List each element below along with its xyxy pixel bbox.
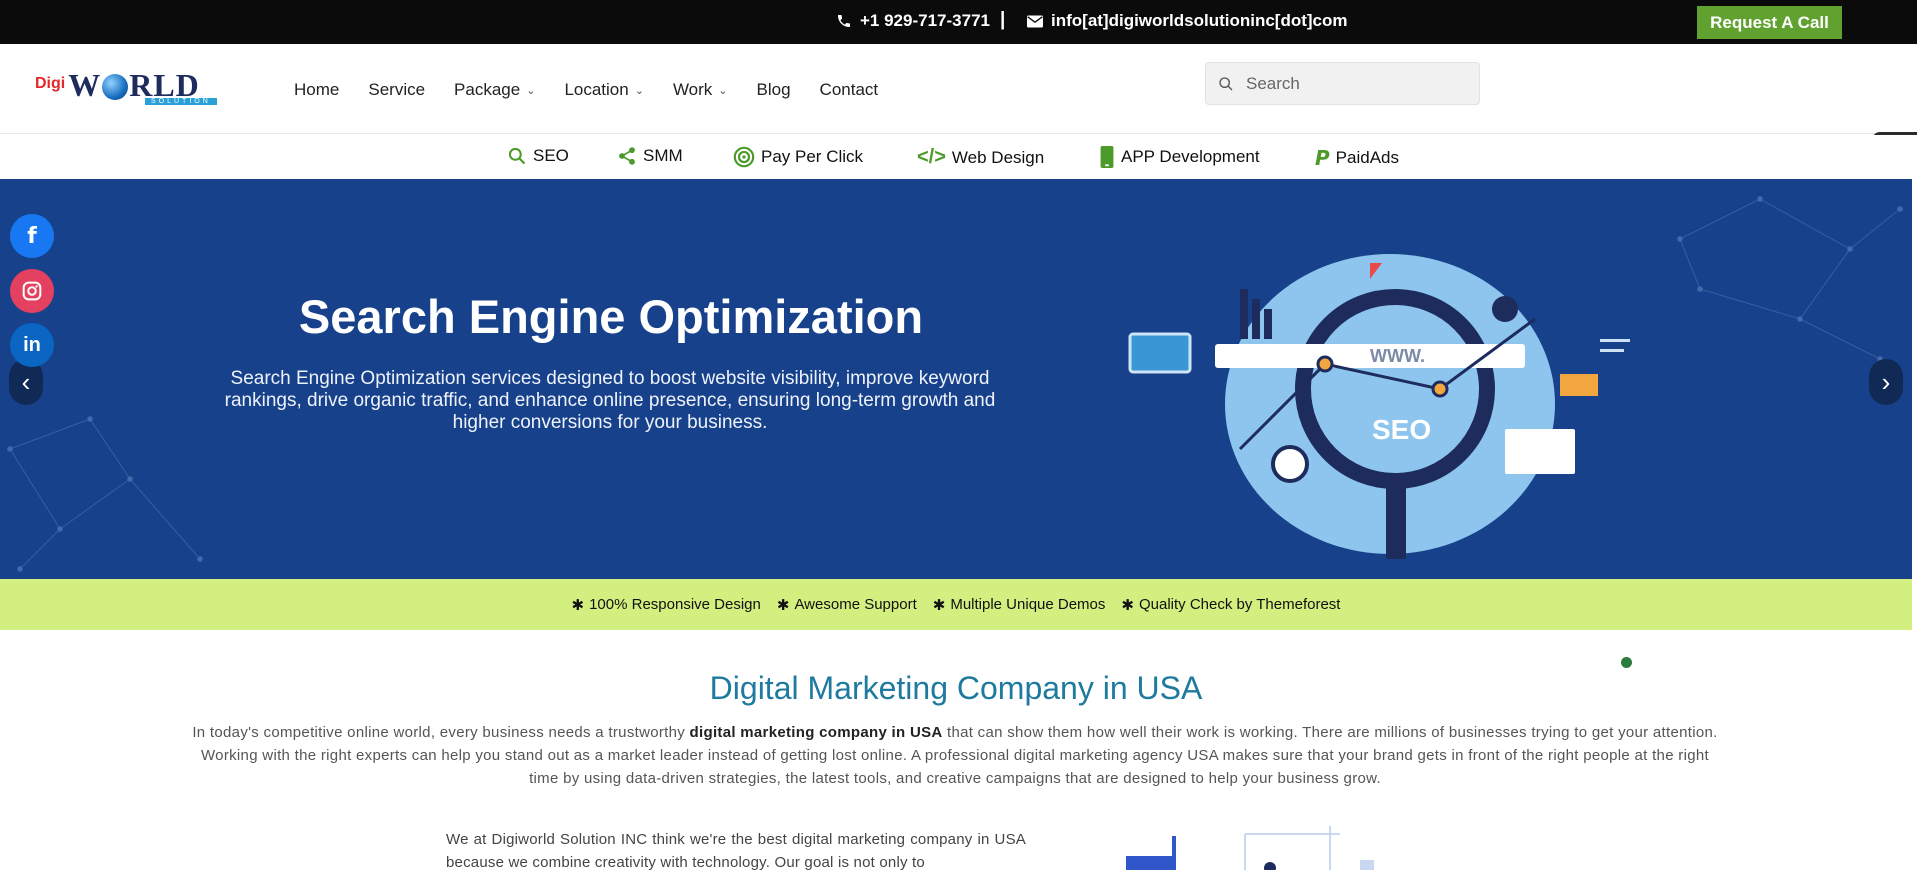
phone-link[interactable]: +1 929-717-3771 — [836, 11, 990, 31]
nav-service[interactable]: Service — [368, 80, 425, 100]
site-logo[interactable]: Digi W RLD SOLUTION — [35, 67, 217, 105]
nav-contact[interactable]: Contact — [820, 80, 879, 100]
marketing-illustration — [1126, 826, 1374, 870]
about-paragraph: We at Digiworld Solution INC think we're… — [446, 831, 1026, 871]
nav-blog[interactable]: Blog — [757, 80, 791, 100]
email-address: info[at]digiworldsolutioninc[dot]com — [1051, 11, 1348, 30]
chevron-down-icon: ⌄ — [634, 84, 644, 97]
nav-home[interactable]: Home — [294, 80, 339, 100]
hero-title: Search Engine Optimization — [298, 290, 924, 343]
mobile-phone-icon — [1100, 146, 1114, 168]
email-link[interactable]: info[at]digiworldsolutioninc[dot]com — [1027, 11, 1348, 31]
request-a-call-button[interactable]: Request A Call — [1697, 6, 1842, 39]
chevron-down-icon: ⌄ — [718, 84, 728, 97]
illus-seo-text: SEO — [1372, 414, 1431, 445]
asterisk-icon: ✱ — [776, 596, 790, 614]
target-icon — [733, 146, 755, 168]
intro-paragraph: In today's competitive online world, eve… — [192, 724, 1718, 787]
services-bar: SEO SMM Pay Per Click </> Web Design APP… — [0, 135, 1917, 179]
feature-item: ✱ Quality Check by Themeforest — [1121, 596, 1341, 614]
feature-item: ✱ Multiple Unique Demos — [932, 596, 1106, 614]
paypal-icon: P — [1315, 146, 1330, 170]
phone-icon — [838, 15, 850, 27]
instagram-icon — [22, 281, 42, 301]
seo-magnifier-illustration: WWW. SEO — [1128, 254, 1630, 559]
feature-item: ✱ Awesome Support — [776, 596, 917, 614]
share-icon — [619, 147, 635, 165]
topbar-separator: | — [1000, 9, 1006, 30]
asterisk-icon: ✱ — [571, 596, 585, 614]
illus-www-text: WWW. — [1370, 346, 1425, 366]
hero-slider: Search Engine Optimization Search Engine… — [0, 179, 1912, 579]
nav-work[interactable]: Work ⌄ — [673, 80, 728, 100]
service-paidads-link[interactable]: P PaidAds — [1315, 146, 1399, 170]
phone-number: +1 929-717-3771 — [860, 11, 990, 30]
globe-icon — [102, 73, 129, 100]
logo-digi-text: Digi — [35, 74, 66, 92]
nav-package[interactable]: Package ⌄ — [454, 80, 535, 100]
asterisk-icon: ✱ — [932, 596, 946, 614]
instagram-button[interactable] — [10, 269, 54, 313]
logo-subtitle: SOLUTION — [145, 98, 217, 105]
seo-magnifier-icon — [508, 147, 526, 165]
linkedin-button[interactable]: in — [10, 323, 54, 367]
section-heading: Digital Marketing Company in USA — [709, 670, 1203, 706]
service-ppc-link[interactable]: Pay Per Click — [733, 146, 863, 168]
slider-next-button[interactable]: › — [1869, 359, 1903, 405]
chevron-down-icon: ⌄ — [526, 84, 536, 97]
main-header: Digi W RLD SOLUTION Home Service Package ⌄… — [0, 44, 1917, 179]
slider-pagination-dot[interactable] — [1621, 657, 1632, 668]
nav-location[interactable]: Location ⌄ — [564, 80, 644, 100]
hero-description: Search Engine Optimization services desi… — [224, 368, 996, 433]
main-nav: Home Service Package ⌄ Location ⌄ Work ⌄ Bl… — [294, 80, 878, 100]
code-icon: </> — [917, 146, 946, 168]
features-strip: ✱ 100% Responsive Design ✱ Awesome Support… — [0, 579, 1912, 630]
logo-world-text: W RLD — [68, 67, 200, 103]
search-icon — [1219, 76, 1233, 90]
facebook-icon: f — [27, 223, 37, 249]
linkedin-icon: in — [23, 333, 41, 356]
feature-item: ✱ 100% Responsive Design — [571, 596, 761, 614]
service-smm-link[interactable]: SMM — [617, 146, 683, 166]
service-seo-link[interactable]: SEO — [507, 146, 569, 166]
asterisk-icon: ✱ — [1121, 596, 1134, 614]
facebook-button[interactable]: f — [10, 214, 54, 258]
envelope-icon — [1027, 15, 1043, 27]
search-input[interactable] — [1244, 72, 1464, 95]
top-bar: +1 929-717-3771 | info[at]digiworldsolut… — [0, 0, 1917, 44]
service-web-design-link[interactable]: </> Web Design — [917, 146, 1044, 169]
intro-bold-keyword: digital marketing company in USA — [689, 724, 943, 741]
search-box[interactable] — [1205, 62, 1480, 105]
service-app-development-link[interactable]: APP Development — [1099, 146, 1260, 168]
